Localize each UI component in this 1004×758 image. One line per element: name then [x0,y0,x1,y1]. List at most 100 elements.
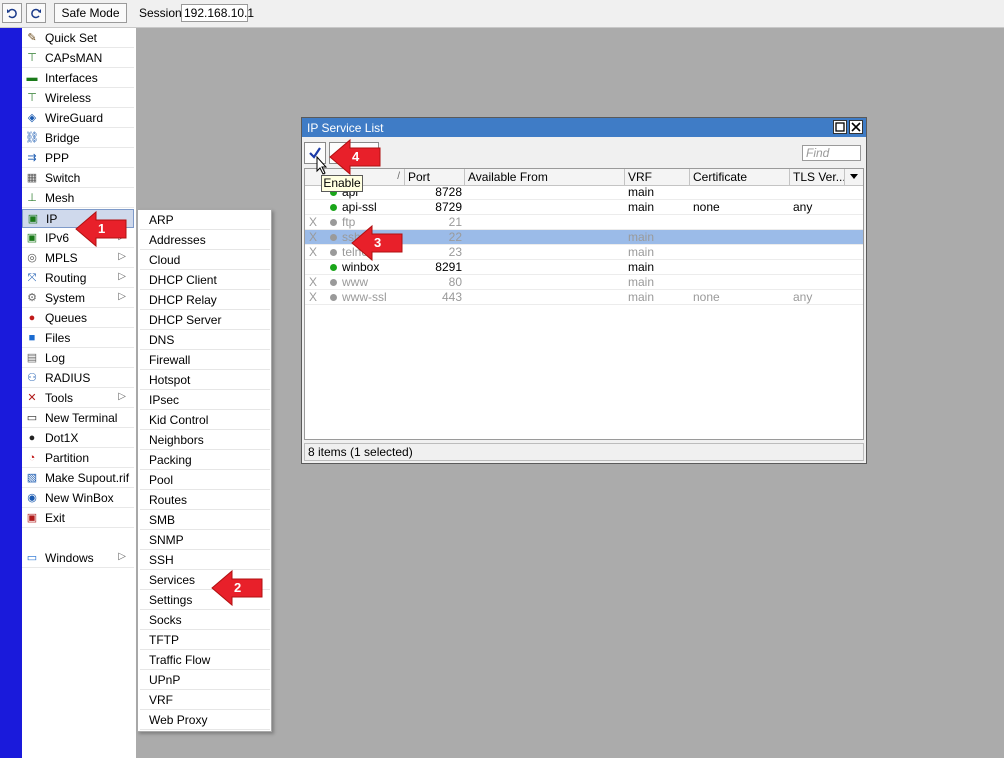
table-row[interactable]: X www-ssl 443 main none any [305,290,863,305]
sidebar-item-bridge[interactable]: ⛓ Bridge [22,129,134,148]
submenu-item-pool[interactable]: Pool [140,471,270,490]
window-title-bar[interactable]: IP Service List [302,118,866,137]
sidebar-item-files[interactable]: ■ Files [22,329,134,348]
sidebar-item-interfaces[interactable]: ▬ Interfaces [22,69,134,88]
sidebar-item-dot1x[interactable]: ● Dot1X [22,429,134,448]
sidebar-item-wireless[interactable]: ⊤ Wireless [22,89,134,108]
table-row[interactable]: winbox 8291 main [305,260,863,275]
col-tls-version[interactable]: TLS Ver... [790,169,845,185]
sidebar-item-label: RADIUS [45,371,91,385]
submenu-item-ipsec[interactable]: IPsec [140,391,270,410]
table-row[interactable]: api 8728 main [305,185,863,200]
submenu-item-arp[interactable]: ARP [140,211,270,230]
dropdown-arrow-icon [850,174,858,179]
callout-arrow-1: 1 [74,210,130,248]
sidebar-item-queues[interactable]: ● Queues [22,309,134,328]
row-certificate: none [693,200,720,214]
safe-mode-button[interactable]: Safe Mode [54,3,127,23]
status-bar: 8 items (1 selected) [304,443,864,461]
submenu-item-firewall[interactable]: Firewall [140,351,270,370]
sidebar-item-new-terminal[interactable]: ▭ New Terminal [22,409,134,428]
submenu-item-hotspot[interactable]: Hotspot [140,371,270,390]
submenu-item-label: DNS [149,333,175,347]
status-dot-icon [330,249,337,256]
sidebar-item-tools[interactable]: ✕ Tools ▷ [22,389,134,408]
windows-icon: ▭ [26,552,38,564]
submenu-item-routes[interactable]: Routes [140,491,270,510]
col-port[interactable]: Port [405,169,465,185]
submenu-item-traffic-flow[interactable]: Traffic Flow [140,651,270,670]
sidebar-item-quick-set[interactable]: ✎ Quick Set [22,29,134,48]
row-tls-version [793,230,845,245]
session-field[interactable]: 192.168.10.1 [181,4,254,22]
sidebar-item-mpls[interactable]: ◎ MPLS ▷ [22,249,134,268]
undo-button[interactable] [2,3,22,23]
row-available-from [468,200,623,215]
sidebar-item-log[interactable]: ▤ Log [22,349,134,368]
submenu-item-label: VRF [149,693,173,707]
submenu-item-tftp[interactable]: TFTP [140,631,270,650]
col-available-from[interactable]: Available From [465,169,625,185]
sidebar-item-radius[interactable]: ⚇ RADIUS [22,369,134,388]
row-vrf: main [628,245,655,259]
callout-arrow-4: 4 [328,138,384,176]
submenu-item-addresses[interactable]: Addresses [140,231,270,250]
maximize-button[interactable] [833,120,847,134]
sidebar-item-wireguard[interactable]: ◈ WireGuard [22,109,134,128]
submenu-item-dhcp-relay[interactable]: DHCP Relay [140,291,270,310]
submenu-item-socks[interactable]: Socks [140,611,270,630]
redo-button[interactable] [26,3,46,23]
submenu-item-snmp[interactable]: SNMP [140,531,270,550]
column-menu-button[interactable] [847,169,863,185]
sidebar-item-ppp[interactable]: ⇉ PPP [22,149,134,168]
partition-icon: ◔ [28,452,36,464]
status-dot-icon [330,204,337,211]
sidebar-item-new-winbox[interactable]: ◉ New WinBox [22,489,134,508]
submenu-item-dhcp-server[interactable]: DHCP Server [140,311,270,330]
submenu-item-packing[interactable]: Packing [140,451,270,470]
col-vrf[interactable]: VRF [625,169,690,185]
submenu-item-kid-control[interactable]: Kid Control [140,411,270,430]
row-certificate [693,245,790,260]
row-port: 22 [448,230,462,244]
mesh-icon: ⊥ [27,192,37,204]
sidebar-item-label: CAPsMAN [45,51,103,65]
row-name: winbox [342,260,380,274]
submenu-item-dhcp-client[interactable]: DHCP Client [140,271,270,290]
sidebar-item-make-supout-rif[interactable]: ▧ Make Supout.rif [22,469,134,488]
find-input[interactable]: Find [802,145,861,161]
submenu-item-label: Firewall [149,353,191,367]
submenu-item-cloud[interactable]: Cloud [140,251,270,270]
antenna-icon: ⊤ [27,52,37,64]
submenu-item-label: Web Proxy [149,713,208,727]
undo-icon [7,8,17,19]
table-row[interactable]: api-ssl 8729 main none any [305,200,863,215]
submenu-item-vrf[interactable]: VRF [140,691,270,710]
row-certificate [693,215,790,230]
submenu-item-upnp[interactable]: UPnP [140,671,270,690]
row-vrf: main [628,200,655,214]
sidebar-item-routing[interactable]: ⤧ Routing ▷ [22,269,134,288]
submenu-item-label: SSH [149,553,174,567]
submenu-item-dns[interactable]: DNS [140,331,270,350]
submenu-item-smb[interactable]: SMB [140,511,270,530]
row-tls-version: any [793,200,813,214]
submenu-item-web-proxy[interactable]: Web Proxy [140,711,270,730]
submenu-item-ssh[interactable]: SSH [140,551,270,570]
submenu-item-label: Socks [149,613,182,627]
sidebar-item-mesh[interactable]: ⊥ Mesh [22,189,134,208]
col-certificate[interactable]: Certificate [690,169,790,185]
submenu-item-label: Pool [149,473,174,487]
row-port: 8291 [435,260,462,274]
sidebar-item-exit[interactable]: ▣ Exit [22,509,134,528]
sidebar-item-windows[interactable]: ▭ Windows ▷ [22,549,134,568]
close-icon [851,122,861,132]
sidebar-item-system[interactable]: ⚙ System ▷ [22,289,134,308]
row-flag: X [309,275,318,289]
sidebar-item-switch[interactable]: ▦ Switch [22,169,134,188]
submenu-item-neighbors[interactable]: Neighbors [140,431,270,450]
sidebar-item-partition[interactable]: ◔ Partition [22,449,134,468]
close-button[interactable] [849,120,863,134]
table-row[interactable]: X www 80 main [305,275,863,290]
sidebar-item-capsman[interactable]: ⊤ CAPsMAN [22,49,134,68]
